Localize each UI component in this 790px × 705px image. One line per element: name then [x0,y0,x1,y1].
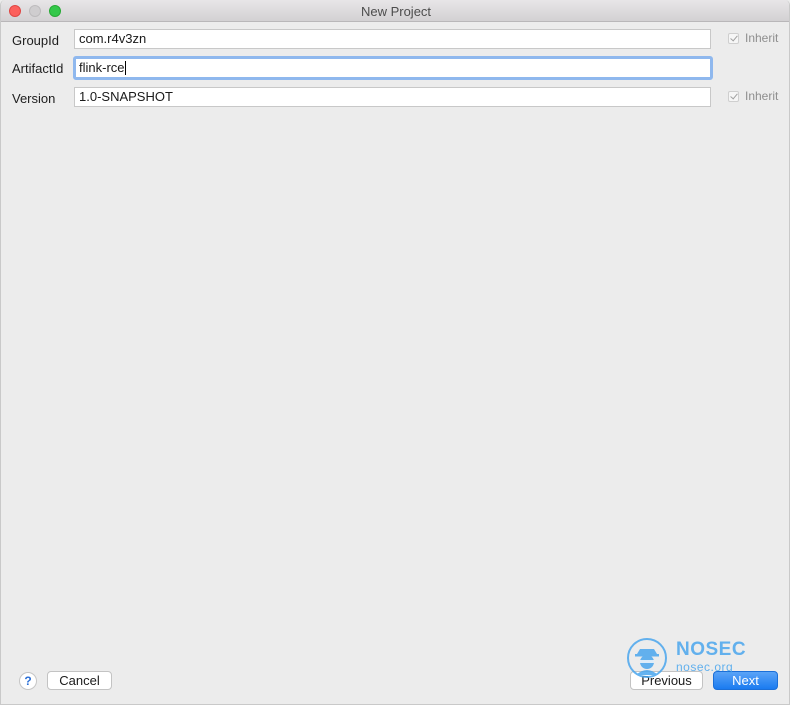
group-id-row: GroupId com.r4v3zn Inherit [1,29,789,53]
nosec-watermark: NOSEC nosec.org [626,635,746,681]
title-bar[interactable]: New Project [1,0,789,22]
version-value: 1.0-SNAPSHOT [79,89,173,104]
checkmark-icon [728,32,739,44]
watermark-name: NOSEC [676,639,747,660]
group-id-inherit-label: Inherit [745,31,779,45]
version-inherit-checkbox[interactable]: Inherit [728,89,778,103]
artifact-id-label: ArtifactId [12,61,64,76]
help-button[interactable]: ? [19,672,37,690]
version-row: Version 1.0-SNAPSHOT Inherit [1,87,789,111]
cancel-button[interactable]: Cancel [47,671,112,690]
artifact-id-row: ArtifactId flink-rce [1,56,789,82]
version-input[interactable]: 1.0-SNAPSHOT [74,87,711,107]
version-inherit-label: Inherit [745,89,779,103]
nosec-logo-icon [627,638,667,678]
text-caret [124,61,126,75]
watermark-url: nosec.org [676,660,734,674]
group-id-label: GroupId [12,33,59,48]
artifact-id-input[interactable]: flink-rce [73,56,713,80]
checkmark-icon [728,90,739,102]
group-id-input[interactable]: com.r4v3zn [74,29,711,49]
group-id-inherit-checkbox[interactable]: Inherit [728,31,778,45]
new-project-window: New Project GroupId com.r4v3zn Inherit A… [0,0,790,705]
artifact-id-value: flink-rce [79,60,125,75]
group-id-value: com.r4v3zn [79,31,147,46]
version-label: Version [12,91,56,106]
window-title: New Project [360,4,432,19]
